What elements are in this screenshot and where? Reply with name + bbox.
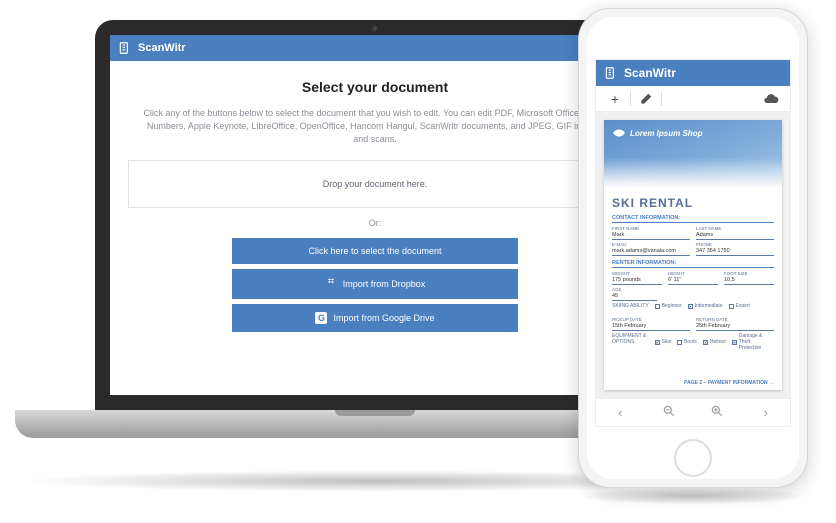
home-button[interactable]	[674, 439, 712, 477]
gdrive-label: Import from Google Drive	[333, 313, 434, 323]
page-title: Select your document	[302, 79, 448, 95]
beginner-checkbox[interactable]	[655, 304, 660, 309]
next-page-button[interactable]: ›	[754, 405, 778, 420]
app-title: ScanWitr	[138, 42, 186, 54]
ski-ability-label: SKIING ABILITY	[612, 303, 649, 309]
document-footer: PAGE 2 – PAYMENT INFORMATION →	[604, 380, 782, 390]
boots-label: Boots	[684, 339, 697, 345]
phone-bottom-toolbar: ‹ ›	[596, 398, 790, 426]
shop-name: Lorem Ipsum Shop	[630, 129, 702, 138]
app-logo-icon	[118, 41, 132, 55]
phone-device: ScanWitr + Lorem	[578, 8, 808, 488]
damage-checkbox[interactable]	[732, 340, 737, 345]
document-hero: Lorem Ipsum Shop	[604, 120, 782, 188]
laptop-app-window: ScanWitr Select your document Click any …	[110, 35, 640, 395]
phone-toolbar: +	[596, 86, 790, 112]
first-name-value: Mark	[612, 231, 690, 240]
google-icon: G	[315, 312, 327, 324]
page-description: Click any of the buttons below to select…	[140, 107, 609, 146]
or-separator: Or:	[369, 218, 382, 228]
expert-checkbox[interactable]	[729, 304, 734, 309]
return-value: 25th February	[696, 322, 774, 331]
age-value: 45	[612, 292, 657, 301]
foot-value: 10,5	[724, 276, 774, 285]
boots-checkbox[interactable]	[677, 340, 682, 345]
skis-label: Skis	[662, 339, 671, 345]
document-page: Lorem Ipsum Shop SKI RENTAL CONTACT INFO…	[604, 120, 782, 390]
intermediate-label: Intermediate	[695, 303, 723, 309]
last-name-value: Adams	[696, 231, 774, 240]
phone-app-header: ScanWitr	[596, 60, 790, 86]
document-viewport[interactable]: Lorem Ipsum Shop SKI RENTAL CONTACT INFO…	[596, 112, 790, 398]
beginner-label: Beginner	[662, 303, 682, 309]
add-button[interactable]: +	[600, 86, 630, 111]
weight-value: 175 pounds	[612, 276, 662, 285]
renter-section-label: RENTER INFORMATION:	[612, 260, 774, 268]
damage-label: Damage & Theft Protection	[739, 333, 774, 351]
select-document-label: Click here to select the document	[308, 246, 441, 256]
cloud-upload-button[interactable]	[756, 86, 786, 111]
helmet-label: Helmet	[710, 339, 726, 345]
zoom-in-button[interactable]	[705, 404, 729, 421]
height-value: 6' 11"	[668, 276, 718, 285]
eraser-button[interactable]	[631, 86, 661, 111]
expert-label: Expert	[736, 303, 750, 309]
webcam	[373, 26, 378, 31]
select-document-button[interactable]: Click here to select the document	[232, 238, 519, 264]
dropzone-label: Drop your document here.	[323, 179, 428, 189]
import-dropbox-button[interactable]: Import from Dropbox	[232, 269, 519, 299]
equipment-label: EQUIPMENT & OPTIONS	[612, 333, 649, 351]
import-gdrive-button[interactable]: G Import from Google Drive	[232, 304, 519, 332]
app-header: ScanWitr	[110, 35, 640, 61]
dropbox-label: Import from Dropbox	[343, 279, 426, 289]
prev-page-button[interactable]: ‹	[608, 405, 632, 420]
pickup-value: 15th February	[612, 322, 690, 331]
phone-app-window: ScanWitr + Lorem	[595, 59, 791, 427]
phone-app-title: ScanWitr	[624, 66, 676, 80]
email-value: mark.adams@vanaia.com	[612, 247, 690, 256]
intermediate-checkbox[interactable]	[688, 304, 693, 309]
helmet-checkbox[interactable]	[703, 340, 708, 345]
dropbox-icon	[325, 277, 337, 291]
phone-value: 347 354 1750	[696, 247, 774, 256]
dropzone[interactable]: Drop your document here.	[128, 160, 622, 208]
document-title: SKI RENTAL	[612, 196, 774, 210]
contact-section-label: CONTACT INFORMATION:	[612, 215, 774, 223]
phone-app-logo-icon	[604, 66, 618, 80]
zoom-out-button[interactable]	[657, 404, 681, 421]
skis-checkbox[interactable]	[655, 340, 660, 345]
